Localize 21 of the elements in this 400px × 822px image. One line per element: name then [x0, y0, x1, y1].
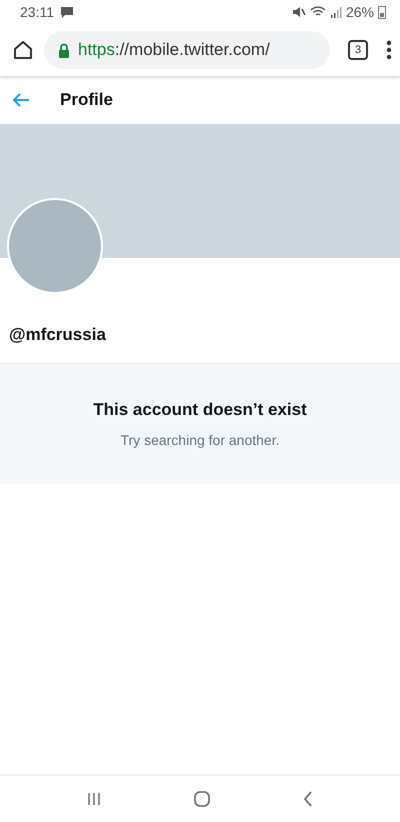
- empty-state-subtitle: Try searching for another.: [120, 432, 280, 448]
- status-time: 23:11: [20, 4, 54, 20]
- back-arrow-icon[interactable]: [12, 93, 30, 107]
- home-icon[interactable]: [12, 39, 34, 61]
- signal-icon: [330, 6, 342, 18]
- lock-icon: [58, 42, 70, 58]
- mute-icon: [292, 6, 306, 18]
- battery-percent: 26%: [346, 4, 374, 20]
- tab-count-button[interactable]: 3: [348, 40, 368, 60]
- url-text: https://mobile.twitter.com/: [78, 40, 270, 60]
- recent-apps-icon[interactable]: [86, 792, 101, 806]
- wifi-icon: [310, 6, 326, 18]
- address-bar[interactable]: https://mobile.twitter.com/: [44, 31, 330, 69]
- page-title: Profile: [60, 90, 113, 110]
- message-icon: [60, 6, 74, 18]
- menu-icon[interactable]: [386, 40, 392, 60]
- profile-handle: @mfcrussia: [9, 325, 106, 345]
- battery-icon: [378, 5, 386, 19]
- home-button-icon[interactable]: [194, 791, 210, 807]
- back-icon[interactable]: [303, 791, 314, 807]
- empty-state-title: This account doesn’t exist: [93, 400, 307, 420]
